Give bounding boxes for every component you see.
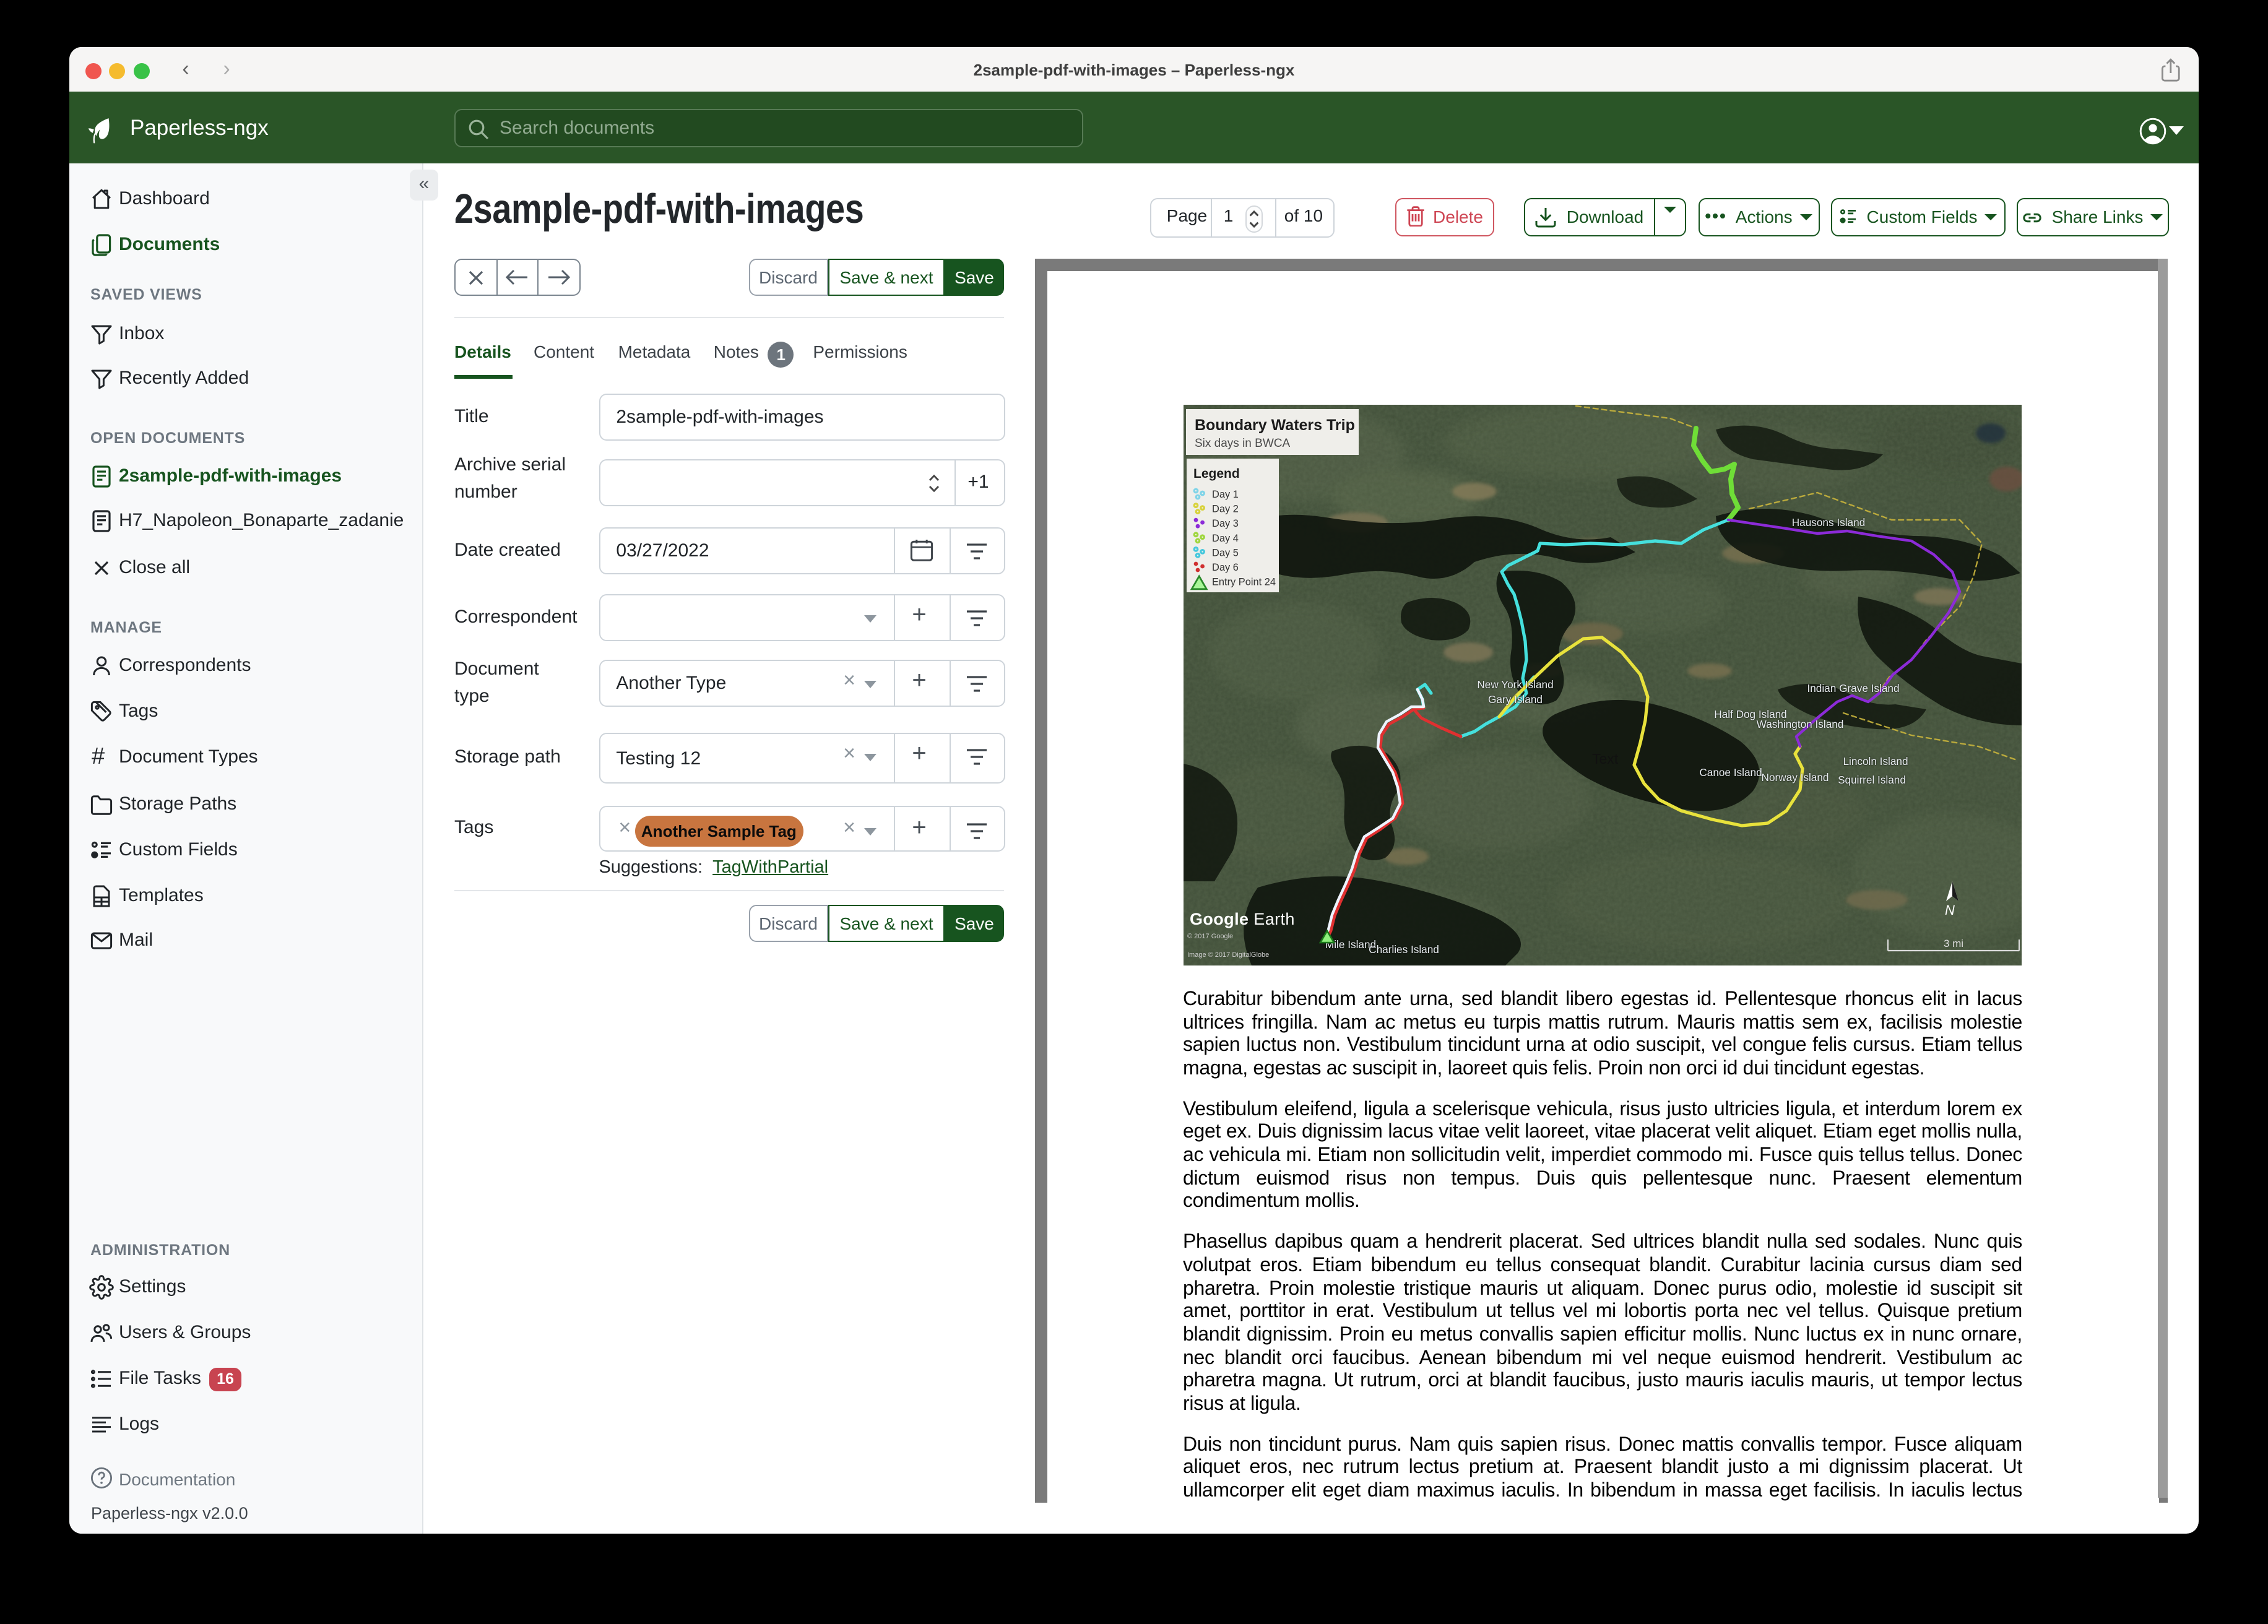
svg-text:Lincoln Island: Lincoln Island (1842, 755, 1907, 767)
svg-text:3 mi: 3 mi (1943, 938, 1963, 949)
svg-text:Text: Text (1591, 751, 1618, 767)
svg-text:New York Island: New York Island (1476, 678, 1552, 691)
svg-text:Day 3: Day 3 (1211, 518, 1238, 529)
svg-text:Gary Island: Gary Island (1487, 693, 1542, 706)
svg-text:N: N (1944, 902, 1954, 918)
svg-text:Day 2: Day 2 (1211, 504, 1238, 515)
svg-text:Day 4: Day 4 (1211, 533, 1238, 544)
svg-text:Squirrel Island: Squirrel Island (1837, 774, 1905, 786)
svg-text:Image © 2017 DigitalGlobe: Image © 2017 DigitalGlobe (1187, 951, 1268, 959)
svg-text:Boundary Waters Trip: Boundary Waters Trip (1194, 417, 1354, 434)
svg-text:Day 5: Day 5 (1211, 547, 1238, 558)
svg-text:Charlies Island: Charlies Island (1368, 943, 1439, 956)
svg-text:Washington Island: Washington Island (1756, 718, 1843, 730)
svg-text:Hausons Island: Hausons Island (1791, 516, 1864, 529)
svg-text:Norway Island: Norway Island (1761, 771, 1829, 784)
svg-text:Day 1: Day 1 (1211, 489, 1238, 500)
svg-text:Legend: Legend (1193, 467, 1239, 481)
svg-text:Indian Grave Island: Indian Grave Island (1806, 682, 1898, 694)
svg-text:Entry Point 24: Entry Point 24 (1211, 577, 1275, 588)
svg-text:Six days in BWCA: Six days in BWCA (1194, 437, 1289, 450)
svg-text:Canoe Island: Canoe Island (1699, 766, 1761, 779)
svg-text:Day 6: Day 6 (1211, 562, 1238, 573)
svg-text:© 2017 Google: © 2017 Google (1187, 933, 1232, 940)
svg-text:Google Earth: Google Earth (1189, 910, 1294, 928)
